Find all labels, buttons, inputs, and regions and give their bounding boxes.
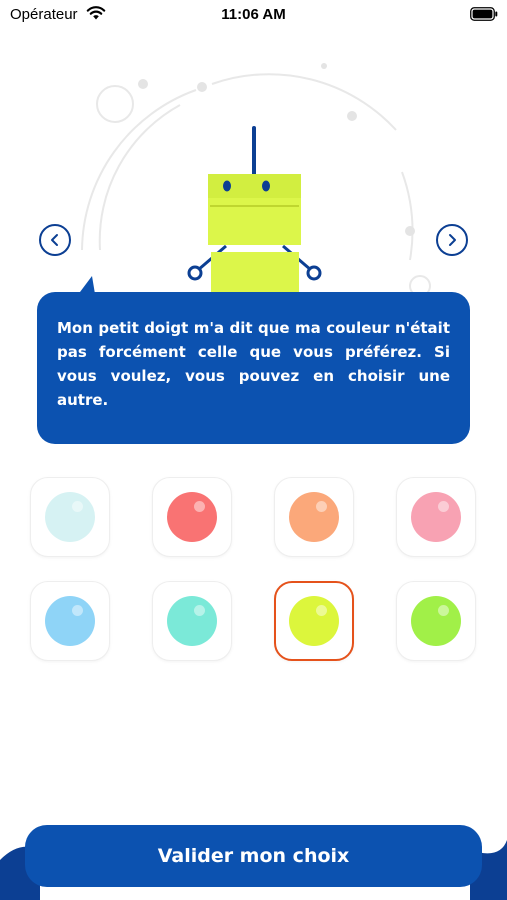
speech-bubble-text: Mon petit doigt m'a dit que ma couleur n…	[57, 319, 450, 409]
status-bar: Opérateur 11:06 AM	[0, 0, 507, 30]
color-swatch-grid	[30, 477, 480, 662]
color-ball	[289, 492, 339, 542]
previous-button[interactable]	[39, 224, 71, 256]
color-ball	[289, 596, 339, 646]
chevron-right-icon	[449, 234, 456, 246]
color-swatch[interactable]	[152, 477, 232, 557]
color-ball	[45, 492, 95, 542]
battery-icon	[470, 7, 498, 21]
color-swatch[interactable]	[30, 581, 110, 661]
validate-choice-button[interactable]: Valider mon choix	[25, 825, 482, 887]
chevron-left-icon	[51, 234, 58, 246]
color-ball	[167, 492, 217, 542]
color-swatch[interactable]	[396, 581, 476, 661]
color-ball	[167, 596, 217, 646]
clock: 11:06 AM	[221, 6, 286, 23]
color-swatch[interactable]	[396, 477, 476, 557]
speech-bubble: Mon petit doigt m'a dit que ma couleur n…	[37, 292, 470, 444]
color-swatch[interactable]	[274, 581, 354, 661]
color-ball	[411, 596, 461, 646]
color-ball	[45, 596, 95, 646]
robot-illustration	[81, 63, 431, 300]
color-swatch[interactable]	[30, 477, 110, 557]
next-button[interactable]	[436, 224, 468, 256]
color-swatch[interactable]	[152, 581, 232, 661]
color-ball	[411, 492, 461, 542]
color-swatch[interactable]	[274, 477, 354, 557]
